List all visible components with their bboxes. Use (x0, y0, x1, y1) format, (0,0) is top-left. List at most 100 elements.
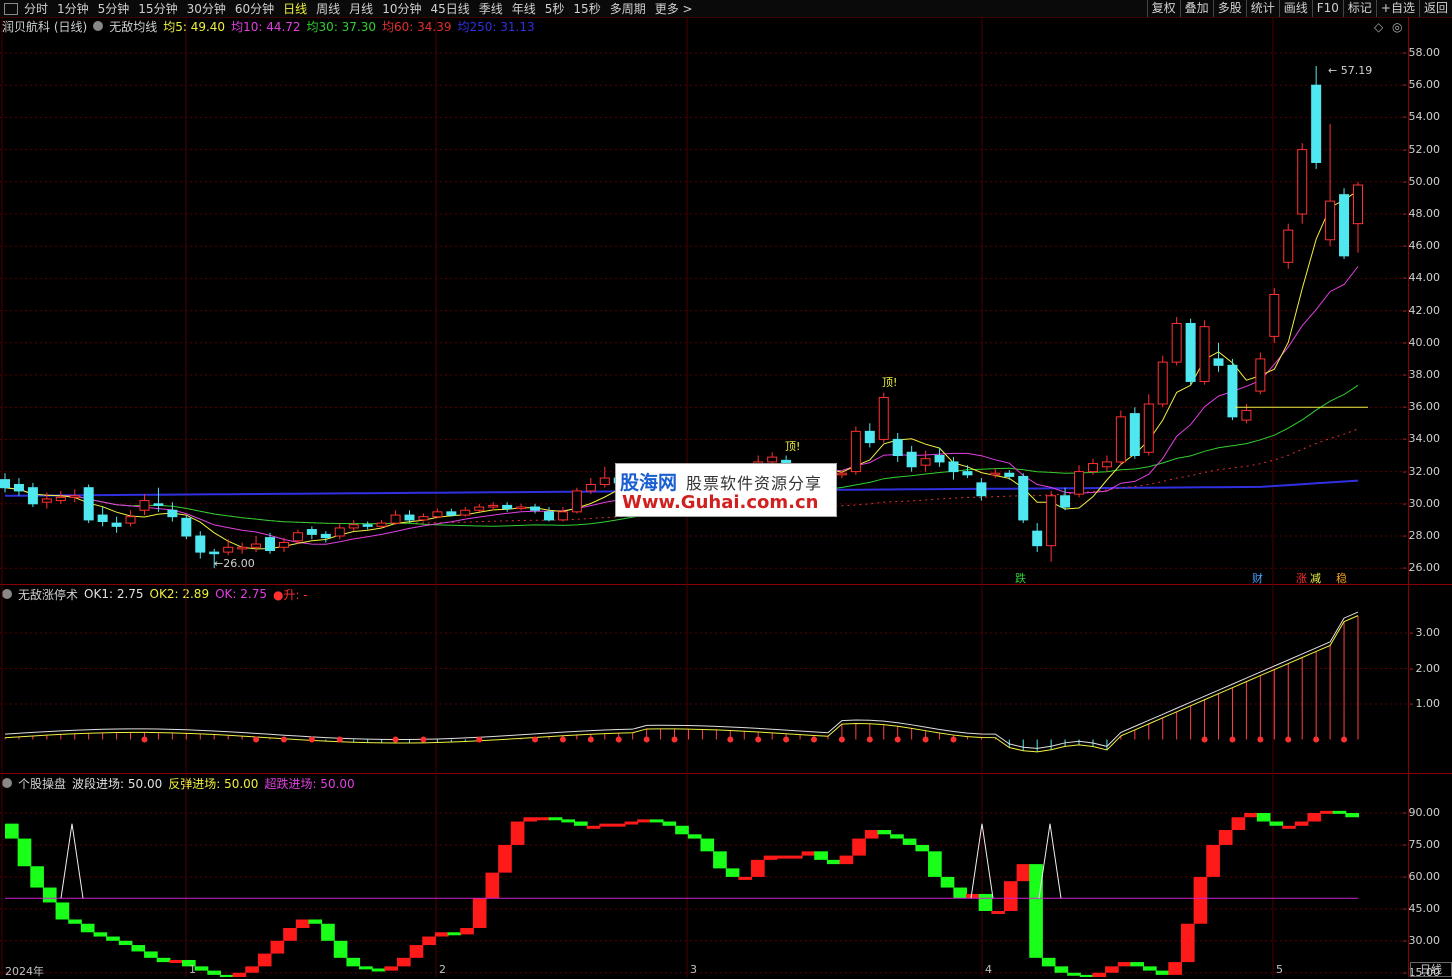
step-bar (776, 855, 790, 859)
step-bar (826, 859, 841, 865)
candle-body (209, 551, 220, 555)
rise-dot (755, 736, 762, 743)
tool-button[interactable]: 多股 (1212, 0, 1246, 17)
candle-body (1087, 463, 1098, 473)
step-bar (586, 825, 601, 829)
top-signal-label: 顶! (785, 440, 801, 453)
tool-button[interactable]: F10 (1311, 0, 1343, 17)
candle-body (488, 504, 499, 508)
candle-body (906, 451, 917, 468)
high-price-label: ← 57.19 (1328, 64, 1373, 77)
step-bar (371, 968, 386, 972)
step-bar (574, 821, 588, 826)
candle-body (1297, 149, 1308, 215)
tool-button[interactable]: 叠加 (1179, 0, 1213, 17)
candle-body (1269, 294, 1280, 337)
step-bar (55, 902, 70, 920)
candle-body (278, 541, 289, 548)
period-tab[interactable]: 月线 (349, 0, 373, 17)
period-tab[interactable]: 15分钟 (138, 0, 177, 17)
rise-dot (950, 736, 957, 743)
step-bar (1016, 864, 1031, 882)
step-bar (472, 898, 487, 929)
period-tab[interactable]: 多周期 (610, 0, 646, 17)
candle-body (153, 503, 164, 506)
step-bar (966, 893, 980, 899)
period-tab[interactable]: 更多 > (655, 0, 693, 17)
axis-tick-label: 48.00 (1403, 207, 1441, 220)
tool-button[interactable]: 统计 (1245, 0, 1279, 17)
step-bar (1282, 825, 1296, 829)
period-tab[interactable]: 15秒 (573, 0, 600, 17)
watermark-tag: 股票软件资源分享 (686, 474, 823, 493)
candle-body (320, 533, 331, 539)
candle-body (111, 522, 122, 527)
tool-button[interactable]: 返回 (1418, 0, 1452, 17)
layout-toggle-icon[interactable] (4, 2, 18, 15)
period-tab[interactable]: 10分钟 (382, 0, 421, 17)
axis-tick-label: 42.00 (1403, 304, 1441, 317)
candle-body (376, 522, 387, 527)
axis-tick-label: 1.00 (1410, 697, 1441, 710)
period-tab[interactable]: 5分钟 (98, 0, 130, 17)
candle-body (97, 514, 108, 523)
candle-body (69, 495, 80, 498)
tool-button[interactable]: 复权 (1146, 0, 1180, 17)
tool-button[interactable]: 画线 (1278, 0, 1312, 17)
rise-dot (811, 736, 818, 743)
step-bar (611, 823, 626, 827)
period-tab[interactable]: 1分钟 (57, 0, 89, 17)
axis-tick-label: 58.00 (1403, 46, 1441, 59)
period-tab[interactable]: 分时 (24, 0, 48, 17)
candle-body (1004, 472, 1015, 477)
period-tab[interactable]: 60分钟 (235, 0, 274, 17)
rise-dot (587, 736, 594, 743)
rise-dot (1285, 736, 1292, 743)
entry-triangle (60, 823, 84, 899)
period-tab[interactable]: 年线 (512, 0, 536, 17)
rise-dot (476, 736, 483, 743)
candle-body (948, 461, 959, 473)
period-tab[interactable]: 45日线 (430, 0, 469, 17)
candle-body (265, 537, 276, 551)
tool-button[interactable]: 标记 (1342, 0, 1376, 17)
tool-button[interactable]: +自选 (1375, 0, 1419, 17)
step-bar (675, 825, 689, 835)
period-toolbar: 分时 1分钟 5分钟 15分钟 30分钟 60分钟 日线 周线 月线 10分钟 45日线 季线 年线 5秒… (0, 0, 1452, 18)
step-bar (106, 936, 120, 941)
candle-body (976, 482, 987, 497)
candle-body (55, 496, 66, 502)
step-bar (1256, 813, 1271, 822)
candle-body (1101, 461, 1112, 468)
step-bar (953, 887, 968, 899)
period-tab[interactable]: 30分钟 (187, 0, 226, 17)
candle-body (0, 479, 10, 489)
step-bar (510, 821, 525, 845)
candle-body (864, 430, 875, 444)
candle-body (13, 483, 24, 492)
watermark: 股海网 股票软件资源分享 Www.Guhai.com.cn (615, 463, 837, 517)
period-tab[interactable]: 日线 (283, 0, 307, 17)
axis-tick-label: 3.00 (1410, 626, 1441, 639)
period-indicator[interactable]: 日线 (1410, 962, 1452, 977)
step-bar (144, 951, 158, 958)
step-bar (1143, 966, 1157, 971)
axis-tick-label: 36.00 (1403, 400, 1441, 413)
candle-body (990, 472, 1001, 476)
period-tab[interactable]: 5秒 (545, 0, 565, 17)
candle-body (1115, 416, 1126, 463)
rise-dot (866, 736, 873, 743)
step-bar (422, 936, 436, 946)
step-bar (245, 966, 259, 973)
period-tab[interactable]: 季线 (479, 0, 503, 17)
candle-body (892, 438, 903, 456)
period-tab[interactable]: 周线 (316, 0, 340, 17)
step-bar (1269, 821, 1284, 826)
step-bar (308, 919, 323, 924)
candle-body (1241, 409, 1252, 421)
axis-tick-label: 26.00 (1403, 561, 1441, 574)
axis-tick-label: 30.00 (1403, 934, 1441, 947)
candle-body (920, 458, 931, 466)
step-bar (68, 919, 82, 924)
step-bar (5, 823, 19, 839)
